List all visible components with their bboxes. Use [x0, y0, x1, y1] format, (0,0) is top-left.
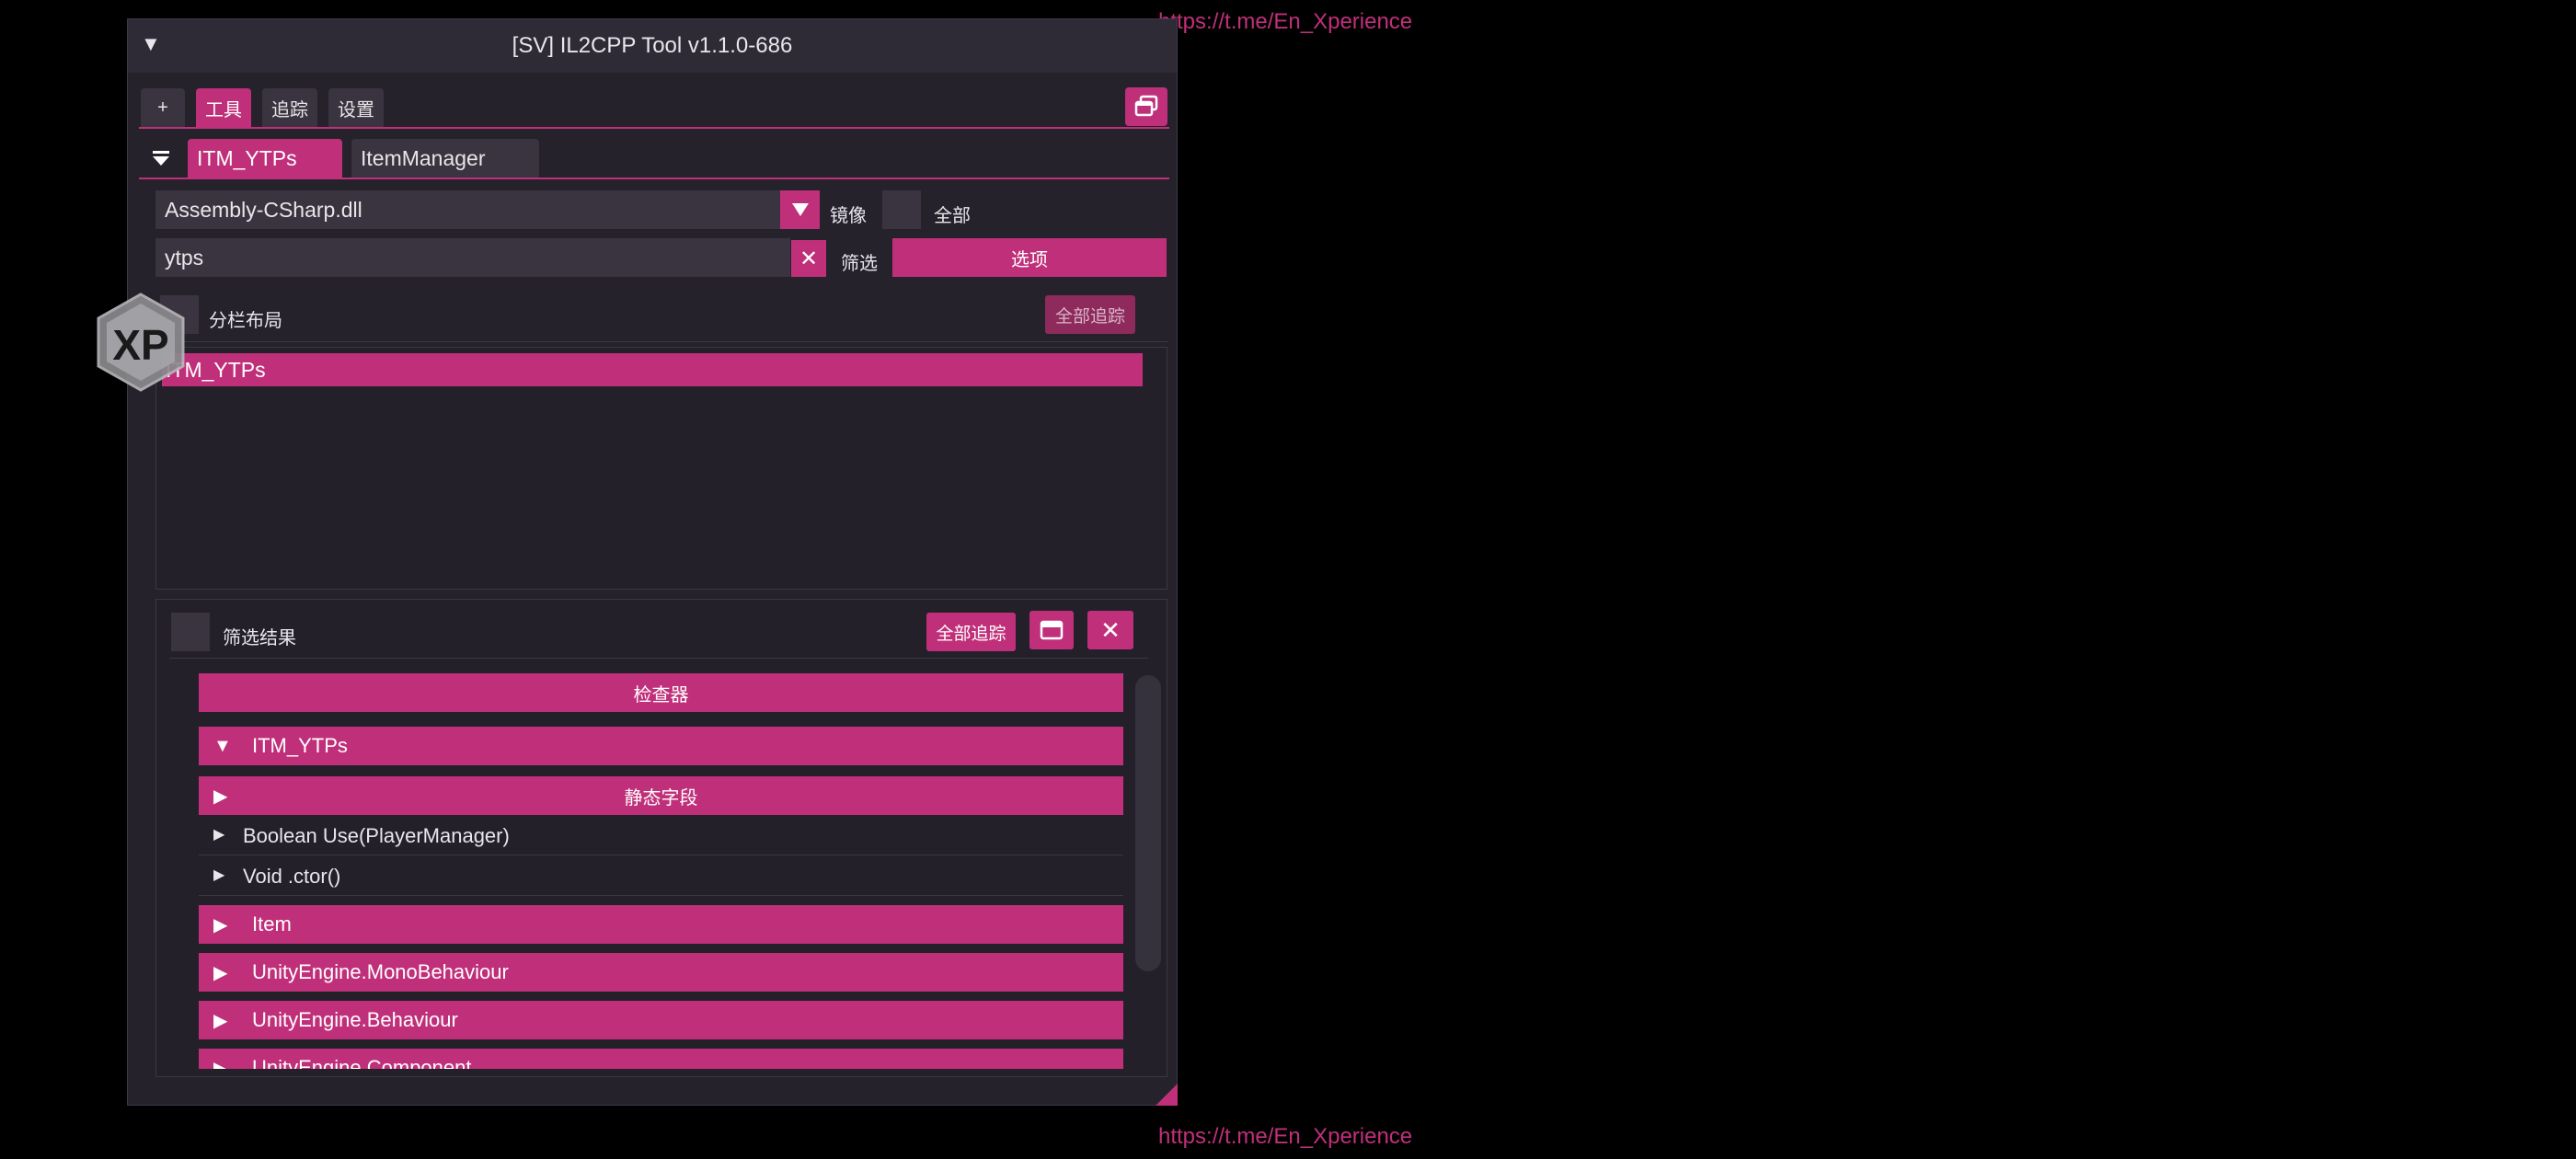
results-label: 筛选结果	[223, 628, 296, 648]
class-list-item[interactable]: ITM_YTPs	[162, 353, 1143, 386]
detach-window-button[interactable]	[1125, 87, 1167, 126]
tab-list-menu-button[interactable]	[141, 139, 181, 178]
assembly-dropdown-button[interactable]	[780, 190, 820, 229]
assembly-select[interactable]: Assembly-CSharp.dll	[155, 190, 807, 229]
window-titlebar[interactable]: ▼ [SV] IL2CPP Tool v1.1.0-686	[128, 19, 1177, 73]
xp-logo-text: XP	[112, 321, 169, 369]
tree-class-label: UnityEngine.MonoBehaviour	[252, 960, 509, 983]
window-icon	[1040, 620, 1064, 640]
results-close-button[interactable]: ✕	[1087, 611, 1133, 649]
close-icon: ✕	[1100, 615, 1121, 644]
split-divider	[155, 341, 1167, 342]
class-list-panel: ITM_YTPs	[155, 347, 1167, 590]
inspector-button[interactable]: 检查器	[199, 673, 1123, 712]
results-trace-all-button[interactable]: 全部追踪	[926, 613, 1016, 651]
tree-class-label: UnityEngine.Behaviour	[252, 1008, 458, 1031]
filter-label: 筛选	[841, 254, 878, 274]
tab-tools[interactable]: 工具	[196, 88, 251, 127]
tab-itemmanager[interactable]: ItemManager	[351, 139, 539, 178]
resize-grip[interactable]	[1156, 1084, 1178, 1106]
tree-method-row[interactable]: ▶ Void .ctor()	[199, 857, 1123, 896]
tree-method-row[interactable]: ▶ Boolean Use(PlayerManager)	[199, 817, 1123, 855]
all-label: 全部	[934, 206, 971, 226]
tab-trace[interactable]: 追踪	[262, 88, 317, 127]
filter-input-value: ytps	[165, 245, 204, 270]
tree-class-row[interactable]: ▶ Item	[199, 905, 1123, 944]
options-button[interactable]: 选项	[892, 238, 1167, 277]
tree-class-row[interactable]: ▶ UnityEngine.Behaviour	[199, 1001, 1123, 1039]
tab-list-icon	[153, 151, 169, 166]
collapsed-arrow-icon: ▶	[213, 867, 225, 883]
chevron-down-icon	[791, 203, 809, 216]
tree-class-label: ITM_YTPs	[252, 734, 348, 757]
collapsed-arrow-icon: ▶	[213, 827, 225, 843]
tree-class-row[interactable]: ▶ UnityEngine.MonoBehaviour	[199, 953, 1123, 992]
collapse-arrow-icon[interactable]: ▼	[141, 32, 161, 56]
collapsed-arrow-icon: ▶	[213, 1058, 228, 1070]
collapsed-arrow-icon: ▶	[213, 962, 228, 983]
collapsed-arrow-icon: ▶	[213, 914, 228, 935]
tree-section-label: 静态字段	[624, 787, 698, 809]
tree-class-row[interactable]: ▼ ITM_YTPs	[199, 727, 1123, 765]
top-tabs-underline	[139, 127, 1169, 129]
results-panel: 筛选结果 全部追踪 ✕ 检查器 ▼ ITM_YTPs ▶ 静态字段 ▶ Bool…	[155, 599, 1167, 1077]
window-title: [SV] IL2CPP Tool v1.1.0-686	[512, 33, 793, 58]
tree-class-label: UnityEngine.Component	[252, 1056, 472, 1069]
tree-class-row[interactable]: ▶ UnityEngine.Component	[199, 1049, 1123, 1069]
watermark-link-bottom: https://t.me/En_Xperience	[1158, 1124, 1413, 1149]
mirror-label: 镜像	[830, 206, 867, 226]
results-tree[interactable]: 检查器 ▼ ITM_YTPs ▶ 静态字段 ▶ Boolean Use(Play…	[156, 660, 1168, 1069]
tab-add[interactable]: +	[141, 88, 185, 127]
collapsed-arrow-icon: ▶	[213, 1010, 228, 1031]
tree-method-label: Void .ctor()	[243, 865, 341, 888]
close-icon: ✕	[799, 246, 819, 271]
split-layout-label: 分栏布局	[209, 311, 282, 331]
windows-stack-icon	[1134, 95, 1158, 117]
tree-section-row[interactable]: ▶ 静态字段	[199, 776, 1123, 815]
results-scrollbar[interactable]	[1135, 675, 1161, 971]
results-divider	[169, 658, 1148, 659]
tab-settings[interactable]: 设置	[328, 88, 384, 127]
filter-input[interactable]: ytps	[155, 238, 790, 277]
sub-tabs-underline	[139, 178, 1169, 179]
results-window-button[interactable]	[1029, 611, 1074, 649]
expanded-arrow-icon: ▼	[213, 735, 232, 756]
il2cpp-tool-window: ▼ [SV] IL2CPP Tool v1.1.0-686 + 工具 追踪 设置…	[127, 18, 1178, 1106]
split-trace-all-button[interactable]: 全部追踪	[1045, 295, 1135, 334]
all-checkbox[interactable]	[882, 190, 921, 229]
collapsed-arrow-icon: ▶	[213, 786, 228, 807]
watermark-link-top: https://t.me/En_Xperience	[1158, 9, 1413, 34]
results-checkbox[interactable]	[171, 613, 210, 651]
clear-filter-button[interactable]: ✕	[791, 240, 826, 277]
xp-logo: XP	[95, 293, 187, 392]
tab-itm-ytps[interactable]: ITM_YTPs	[188, 139, 342, 178]
assembly-select-value: Assembly-CSharp.dll	[165, 197, 362, 222]
tree-method-label: Boolean Use(PlayerManager)	[243, 824, 510, 847]
tree-class-label: Item	[252, 912, 292, 935]
